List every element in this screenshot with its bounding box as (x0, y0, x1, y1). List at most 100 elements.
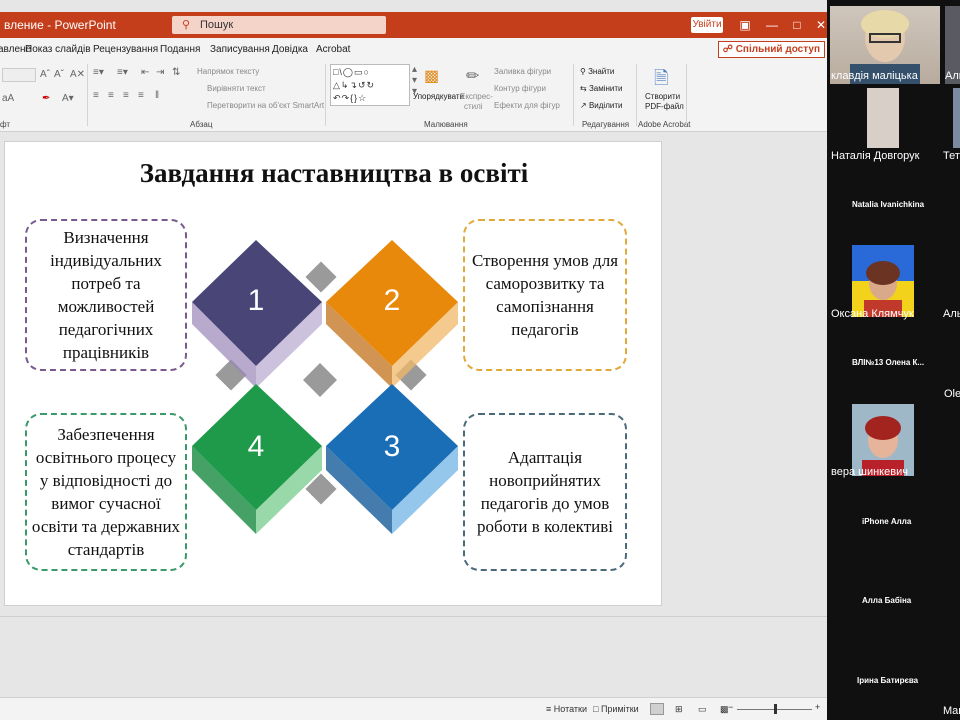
align-center-icon[interactable]: ≡ (108, 90, 114, 101)
clear-format-icon[interactable]: A✕ (70, 69, 85, 80)
search-icon: ⚲ (182, 19, 191, 31)
columns-icon[interactable]: ‖ (155, 90, 159, 101)
tab-acrobat[interactable]: Acrobat (316, 44, 350, 55)
create-pdf-button-2[interactable]: PDF-файл (645, 102, 684, 111)
tab-view[interactable]: Подання (160, 44, 200, 55)
participant-name: клавдія маліцька (831, 70, 918, 82)
notes-button[interactable]: ≡ Нотатки (546, 704, 587, 714)
select-label: Виділити (588, 101, 623, 110)
paragraph-group-label: Абзац (190, 120, 213, 129)
drawing-group-label: Малювання (424, 120, 468, 129)
increase-indent-icon[interactable]: ⇥ (156, 67, 164, 78)
adobe-group-label: Adobe Acrobat (638, 120, 691, 129)
participant-name: ВЛІ№13 Олена К... (852, 358, 925, 367)
tab-review[interactable]: Рецензування (93, 44, 158, 55)
highlight-icon[interactable]: ✒ (42, 93, 50, 104)
tile-2: 2 (326, 240, 458, 388)
participant-video-4[interactable] (953, 88, 960, 148)
font-size-box[interactable] (2, 68, 36, 82)
task-box-1: Визначення індивідуальних потреб та можл… (25, 219, 187, 371)
task-box-3: Адаптація новоприйнятих педагогів до умо… (463, 413, 627, 571)
text-direction-button[interactable]: Напрямок тексту (197, 67, 259, 76)
tile-1: 1 (192, 240, 322, 388)
comments-label: Примітки (600, 704, 639, 714)
participant-name: Тетя (943, 150, 960, 162)
task-box-4: Забезпечення освітнього процесу у відпов… (25, 413, 187, 571)
tab-help[interactable]: Довідка (272, 44, 308, 55)
slide-title: Завдання наставництва в освіті (139, 158, 529, 188)
separator (686, 64, 687, 126)
participant-name: Natalia Ivanichkina (852, 200, 925, 209)
minimize-icon[interactable]: — (763, 16, 781, 34)
justify-icon[interactable]: ≡ (138, 90, 144, 101)
line-spacing-icon[interactable]: ⇅ (172, 67, 180, 78)
tile-4-number: 4 (248, 430, 265, 463)
search-box[interactable]: ⚲ Пошук (172, 16, 386, 34)
grow-font-icon[interactable]: Aˆ (40, 69, 50, 80)
task-box-2: Створення умов для саморозвитку та самоп… (463, 219, 627, 371)
powerpoint-window: вление - PowerPoint ⚲ Пошук Увійти ▣ — □… (0, 0, 827, 720)
task-box-4-text: Забезпечення освітнього процесу у відпов… (31, 425, 181, 559)
slide-canvas[interactable]: Завдання наставництва в освіті Визначенн… (4, 141, 662, 606)
find-button[interactable]: ⚲ Знайти (580, 67, 614, 76)
tile-1-number: 1 (248, 284, 265, 317)
share-button[interactable]: ☍ Спільний доступ (717, 41, 825, 58)
sign-in-button[interactable]: Увійти (691, 17, 723, 33)
tile-4: 4 (192, 384, 322, 534)
smartart-button[interactable]: Перетворити на об'єкт SmartArt (207, 101, 324, 110)
editing-group-label: Редагування (582, 120, 630, 129)
text-spacing-icon[interactable]: aA (2, 93, 14, 104)
ribbon-tabs: авлене Показ слайдів Рецензування Поданн… (0, 38, 827, 60)
task-box-3-text: Адаптація новоприйнятих педагогів до умо… (477, 448, 613, 536)
arrange-button[interactable]: Упорядкувати (413, 92, 464, 101)
shrink-font-icon[interactable]: Aˇ (54, 69, 64, 80)
select-button[interactable]: ↗ Виділити (580, 101, 622, 110)
shape-effects-button[interactable]: Ефекти для фігур (494, 101, 560, 110)
connector-center (303, 363, 337, 397)
diamond-diagram: 1 2 4 3 (192, 240, 458, 534)
separator (636, 64, 637, 126)
decrease-indent-icon[interactable]: ⇤ (141, 67, 149, 78)
bullets-icon[interactable]: ≡▾ (93, 67, 104, 78)
notes-area[interactable] (0, 616, 827, 697)
participant-video-3[interactable] (867, 88, 899, 148)
shape-fill-button[interactable]: Заливка фігури (494, 67, 551, 76)
slide-sorter-icon[interactable]: ⊞ (675, 704, 683, 715)
separator (573, 64, 574, 126)
quick-styles-button-1[interactable]: Експрес- (460, 92, 493, 101)
status-bar: ≡ Нотатки □ Примітки ⊞ ▭ ▩ − + (0, 697, 827, 720)
ribbon-display-icon[interactable]: ▣ (736, 16, 754, 34)
tab-recording[interactable]: Записування (210, 44, 270, 55)
numbering-icon[interactable]: ≡▾ (117, 67, 128, 78)
replace-button[interactable]: ⇆ Замінити (580, 84, 623, 93)
zoom-out-icon[interactable]: − (728, 702, 733, 712)
normal-view-icon[interactable] (650, 703, 664, 715)
slide-workspace: Завдання наставництва в освіті Визначенн… (0, 132, 827, 697)
font-group-label: фт (0, 120, 11, 129)
close-icon[interactable]: ✕ (812, 16, 827, 34)
participant-name: Оксана Клямчук (831, 308, 914, 320)
participant-name: вера шинкевич (831, 466, 908, 478)
shape-outline-button[interactable]: Контур фігури (494, 84, 546, 93)
title-bar: вление - PowerPoint ⚲ Пошук Увійти ▣ — □… (0, 12, 827, 38)
zoom-slider-thumb[interactable] (774, 704, 777, 714)
quick-styles-button-2[interactable]: стилі (464, 102, 483, 111)
participant-name: Наталія Довгорук (831, 150, 920, 162)
reading-view-icon[interactable]: ▭ (698, 704, 707, 715)
tile-2-number: 2 (384, 284, 401, 317)
create-pdf-button-1[interactable]: Створити (645, 92, 680, 101)
align-right-icon[interactable]: ≡ (123, 90, 129, 101)
quick-styles-icon[interactable]: ✏ (466, 66, 479, 86)
align-left-icon[interactable]: ≡ (93, 90, 99, 101)
shapes-gallery[interactable]: □\◯▭○ △↳↴↺↻ ↶↷{}☆ (330, 64, 410, 106)
arrange-icon[interactable]: ▩ (424, 66, 439, 86)
participant-video-5[interactable] (852, 245, 914, 317)
tab-slideshow[interactable]: Показ слайдів (25, 44, 91, 55)
participant-name: Ірина Батирєва (857, 676, 919, 685)
zoom-in-icon[interactable]: + (815, 702, 820, 712)
share-label: Спільний доступ (735, 44, 820, 55)
maximize-icon[interactable]: □ (788, 16, 806, 34)
font-color-icon[interactable]: A▾ (62, 93, 74, 104)
comments-button[interactable]: □ Примітки (593, 704, 639, 714)
align-text-button[interactable]: Вирівняти текст (207, 84, 266, 93)
